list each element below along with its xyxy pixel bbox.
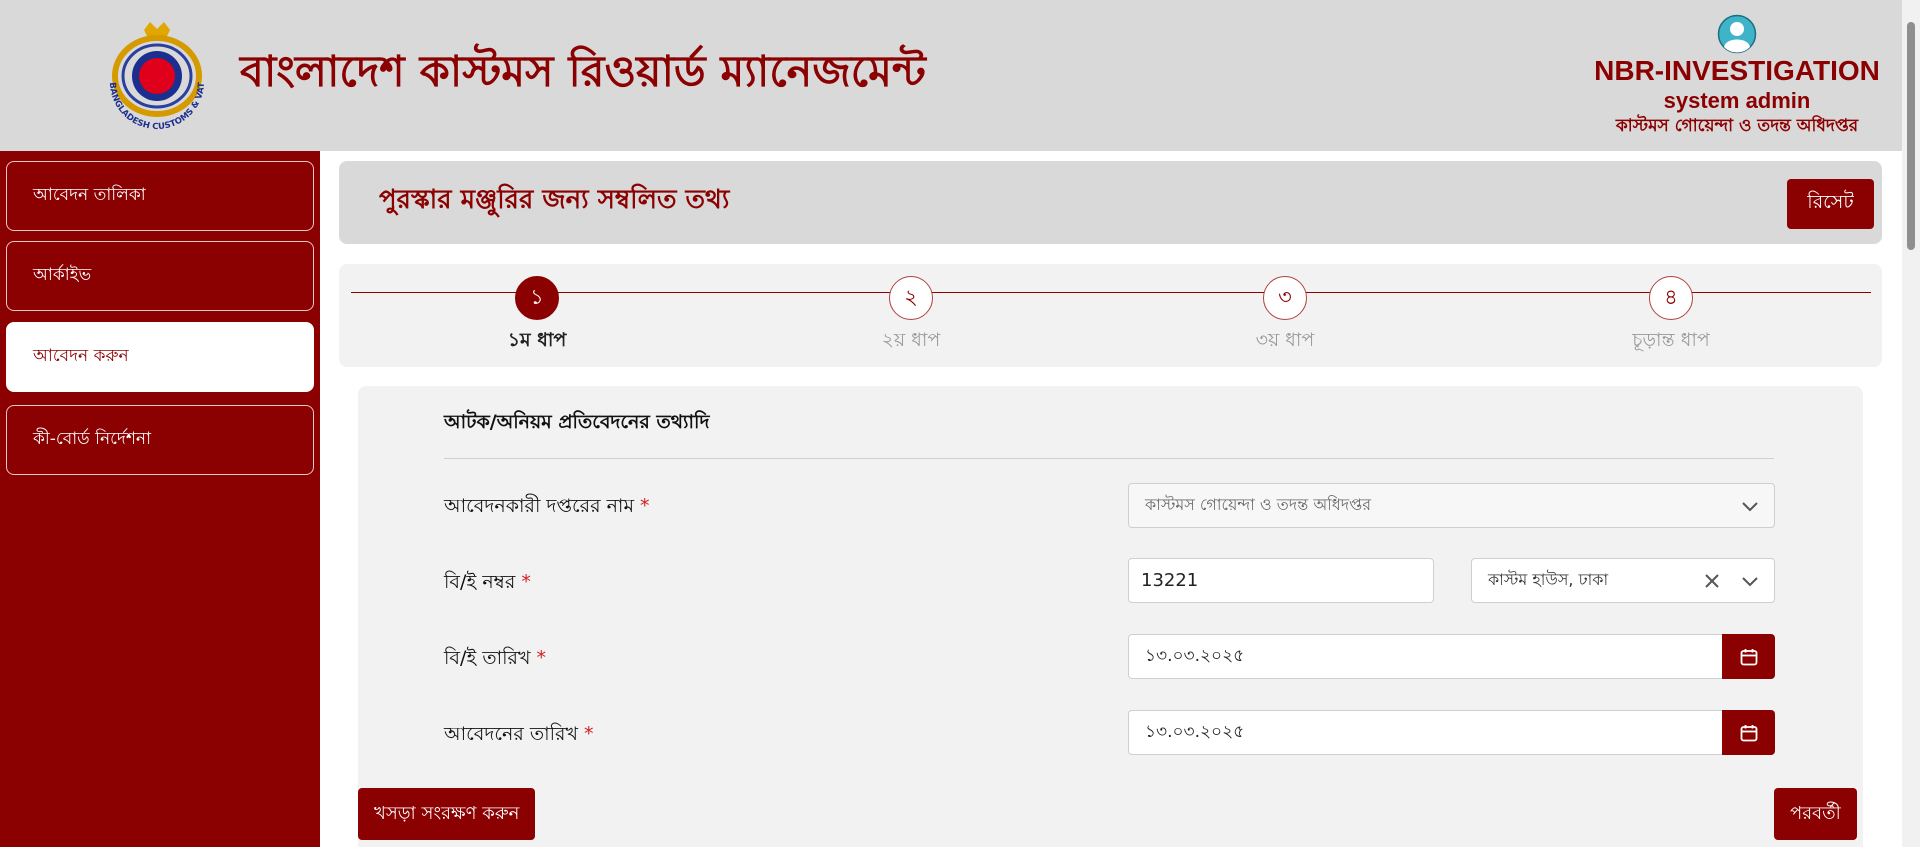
application-date-input[interactable]: ১৩.০৩.২০২৫ <box>1128 710 1724 755</box>
stepper: ১ ১ম ধাপ ২ ২য় ধাপ ৩ ৩য় ধাপ ৪ চূড়ান্ত … <box>339 264 1882 367</box>
page-title-card: পুরস্কার মঞ্জুরির জন্য সম্বলিত তথ্য রিসে… <box>339 161 1882 244</box>
application-date-picker: ১৩.০৩.২০২৫ <box>1128 710 1775 755</box>
step-label: ১ম ধাপ <box>507 329 567 351</box>
sidebar-item-label: আবেদন তালিকা <box>33 185 146 205</box>
user-avatar-icon[interactable] <box>1717 14 1757 54</box>
required-mark: * <box>584 723 594 745</box>
scrollbar-thumb[interactable] <box>1907 22 1915 250</box>
user-office: কাস্টমস গোয়েন্দা ও তদন্ত অধিদপ্তর <box>1615 116 1859 136</box>
app-header: BANGLADESH CUSTOMS & VAT বাংলাদেশ কাস্টম… <box>0 0 1902 151</box>
chevron-down-icon[interactable] <box>1740 496 1760 516</box>
be-date-picker: ১৩.০৩.২০২৫ <box>1128 634 1775 679</box>
custom-house-value: কাস্টম হাউস, ঢাকা <box>1488 570 1609 589</box>
be-number-label: বি/ই নম্বর * <box>444 571 531 593</box>
chevron-down-icon[interactable] <box>1740 571 1760 591</box>
step-label: ২য় ধাপ <box>881 329 941 351</box>
be-date-input[interactable]: ১৩.০৩.২০২৫ <box>1128 634 1724 679</box>
divider <box>444 458 1774 459</box>
user-info: NBR-INVESTIGATION system admin কাস্টমস গ… <box>1592 14 1882 138</box>
scrollbar[interactable] <box>1902 0 1920 847</box>
save-draft-button[interactable]: খসড়া সংরক্ষণ করুন <box>358 788 536 840</box>
office-name-value: কাস্টমস গোয়েন্দা ও তদন্ত অধিদপ্তর <box>1145 495 1372 514</box>
step-3[interactable]: ৩ ৩য় ধাপ <box>1185 276 1385 358</box>
clear-icon[interactable] <box>1702 571 1722 591</box>
calendar-icon <box>1740 648 1757 665</box>
form-card: আটক/অনিয়ম প্রতিবেদনের তথ্যাদি আবেদনকারী… <box>358 386 1863 847</box>
sidebar-item-keyboard-guide[interactable]: কী-বোর্ড নির্দেশনা <box>6 405 314 475</box>
required-mark: * <box>536 647 547 669</box>
sidebar-item-apply[interactable]: আবেদন করুন <box>6 322 314 392</box>
step-number: ৩ <box>1263 276 1307 320</box>
be-date-label: বি/ই তারিখ * <box>444 647 547 669</box>
step-number: ৪ <box>1649 276 1693 320</box>
application-date-label: আবেদনের তারিখ * <box>444 723 594 745</box>
step-number: ২ <box>889 276 933 320</box>
step-label: ৩য় ধাপ <box>1255 329 1315 351</box>
sidebar-item-application-list[interactable]: আবেদন তালিকা <box>6 161 314 231</box>
sidebar-item-archive[interactable]: আর্কাইভ <box>6 241 314 311</box>
customs-logo: BANGLADESH CUSTOMS & VAT <box>107 22 207 132</box>
sidebar-item-label: আর্কাইভ <box>33 265 92 285</box>
step-final[interactable]: ৪ চূড়ান্ত ধাপ <box>1571 276 1771 358</box>
user-name: system admin <box>1663 88 1811 113</box>
step-label: চূড়ান্ত ধাপ <box>1632 329 1710 351</box>
user-org: NBR-INVESTIGATION <box>1594 55 1880 86</box>
required-mark: * <box>640 495 650 517</box>
office-name-select[interactable]: কাস্টমস গোয়েন্দা ও তদন্ত অধিদপ্তর <box>1128 483 1775 528</box>
sidebar: আবেদন তালিকা আর্কাইভ আবেদন করুন কী-বোর্ড… <box>0 151 320 847</box>
custom-house-select[interactable]: কাস্টম হাউস, ঢাকা <box>1471 558 1775 603</box>
next-button[interactable]: পরবর্তী <box>1774 788 1857 840</box>
step-1[interactable]: ১ ১ম ধাপ <box>437 276 637 358</box>
calendar-button[interactable] <box>1722 634 1775 679</box>
step-number: ১ <box>515 276 559 320</box>
section-title: আটক/অনিয়ম প্রতিবেদনের তথ্যাদি <box>444 411 710 433</box>
calendar-button[interactable] <box>1722 710 1775 755</box>
office-name-label: আবেদনকারী দপ্তরের নাম * <box>444 495 650 517</box>
calendar-icon <box>1740 724 1757 741</box>
app-title: বাংলাদেশ কাস্টমস রিওয়ার্ড ম্যানেজমেন্ট <box>240 47 926 97</box>
be-number-input[interactable]: 13221 <box>1128 558 1434 603</box>
reset-button[interactable]: রিসেট <box>1787 179 1874 229</box>
required-mark: * <box>521 571 531 593</box>
page-title: পুরস্কার মঞ্জুরির জন্য সম্বলিত তথ্য <box>379 185 730 215</box>
sidebar-item-label: কী-বোর্ড নির্দেশনা <box>33 429 152 449</box>
step-2[interactable]: ২ ২য় ধাপ <box>811 276 1011 358</box>
sidebar-item-label: আবেদন করুন <box>33 346 129 366</box>
